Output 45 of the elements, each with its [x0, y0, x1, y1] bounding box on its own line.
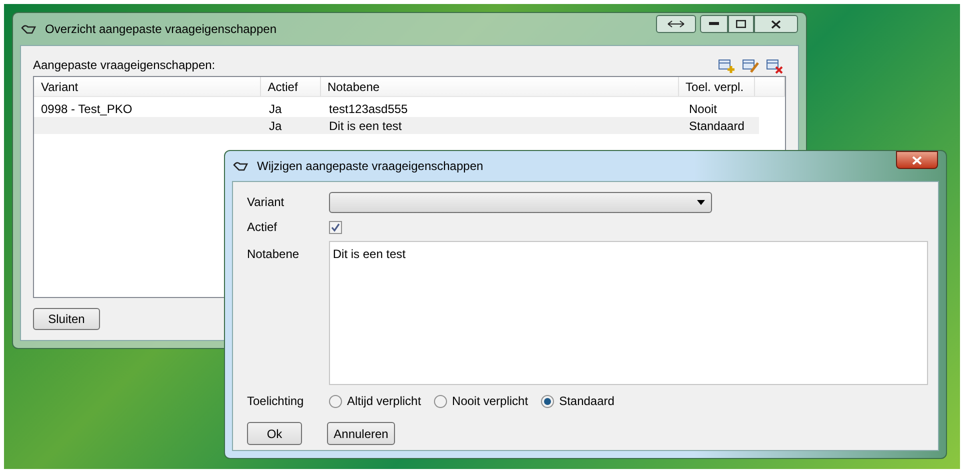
list-row[interactable]: Ja Dit is een test Standaard [34, 117, 759, 134]
dialog-close-button[interactable] [896, 151, 938, 169]
caret-icon [697, 200, 705, 204]
close-window-button[interactable]: Sluiten [33, 308, 100, 330]
window-icon [21, 23, 37, 35]
column-header[interactable]: Variant [34, 77, 261, 96]
radio-option[interactable]: Nooit verplicht [434, 392, 528, 410]
close-icon [771, 20, 781, 28]
column-header[interactable]: Actief [260, 77, 320, 96]
column-header[interactable]: Toel. verpl. [678, 77, 756, 96]
resize-button[interactable] [656, 15, 696, 33]
close-icon [912, 156, 922, 164]
variant-dropdown[interactable] [329, 192, 712, 212]
explanation-label: Toelichting [247, 393, 305, 410]
note-label: Notabene [247, 246, 300, 263]
variant-label: Variant [247, 194, 286, 211]
dialog-title: Wijzigen aangepaste vraageigenschappen [257, 158, 484, 175]
edit-row-icon[interactable] [742, 58, 760, 74]
list-cell: Nooit [689, 102, 718, 116]
minimize-icon [709, 22, 719, 26]
list-cell: Ja [269, 102, 282, 116]
window-icon [233, 160, 249, 172]
active-label: Actief [247, 219, 278, 236]
maximize-icon [736, 20, 746, 28]
close-button[interactable] [754, 15, 798, 33]
minimize-button[interactable] [700, 15, 728, 33]
column-header[interactable]: Notabene [320, 77, 679, 96]
window-title: Overzicht aangepaste vraageigenschappen [45, 21, 276, 38]
maximize-button[interactable] [728, 15, 754, 33]
list-cell: Dit is een test [329, 118, 402, 132]
add-row-icon[interactable] [718, 58, 736, 74]
list-cell: 0998 - Test_PKO [41, 102, 132, 116]
double-arrow-icon [667, 20, 685, 28]
active-checkbox[interactable] [329, 220, 342, 234]
radio-option[interactable]: Altijd verplicht [329, 392, 422, 410]
note-textarea[interactable]: Dit is een test [328, 241, 928, 385]
list-cell: Standaard [689, 118, 744, 132]
radio-option[interactable]: Standaard [541, 392, 614, 410]
list-cell: test123asd555 [329, 102, 408, 116]
delete-row-icon[interactable] [766, 58, 784, 74]
list-row[interactable]: 0998 - Test_PKO Ja test123asd555 Nooit [34, 100, 759, 117]
dialog-button[interactable]: Ok [247, 422, 302, 445]
list-label: Aangepaste vraageigenschappen: [33, 57, 216, 74]
dialog-button[interactable]: Annuleren [327, 422, 395, 445]
list-cell: Ja [269, 118, 282, 132]
